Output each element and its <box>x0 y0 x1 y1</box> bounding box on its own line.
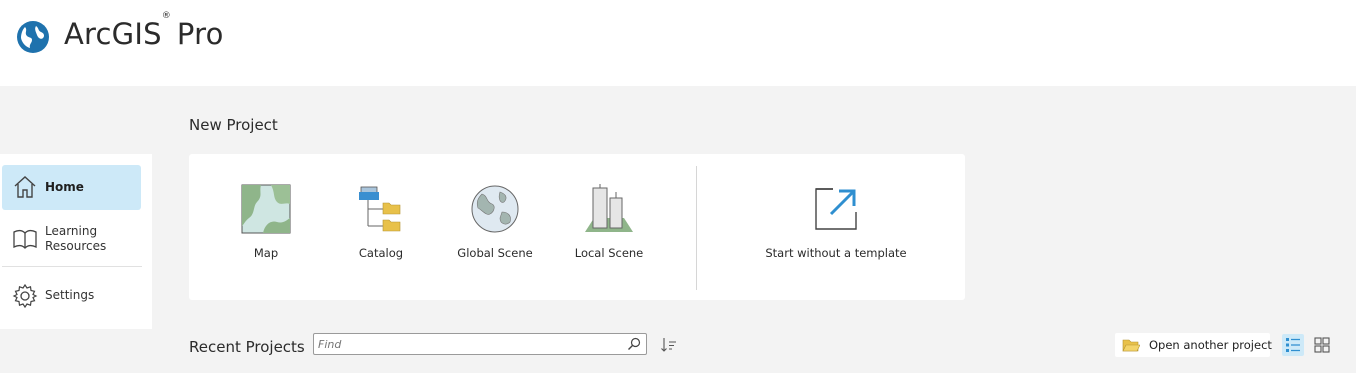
sidebar-divider <box>2 266 142 267</box>
search-icon[interactable] <box>627 337 641 351</box>
open-another-project-label: Open another project <box>1149 338 1272 352</box>
local-scene-template-icon <box>585 184 633 232</box>
gear-icon <box>12 283 38 309</box>
sort-icon[interactable] <box>660 336 678 354</box>
template-start-blank[interactable]: Start without a template <box>765 184 907 264</box>
list-view-button[interactable] <box>1282 334 1304 356</box>
template-local-scene[interactable]: Local Scene <box>554 184 664 264</box>
open-another-project-button[interactable]: Open another project <box>1115 333 1272 357</box>
template-label: Local Scene <box>574 246 644 260</box>
sidebar-item-settings[interactable]: Settings <box>2 274 141 318</box>
home-icon <box>14 176 36 198</box>
sidebar-item-label: Learning Resources <box>45 224 107 253</box>
new-project-title: New Project <box>189 116 278 134</box>
recent-projects-title: Recent Projects <box>189 338 305 356</box>
sidebar: Home Learning Resources Settings <box>0 154 152 329</box>
grid-view-icon <box>1314 337 1330 353</box>
template-divider <box>696 166 697 290</box>
search-field[interactable] <box>313 333 647 355</box>
globe-template-icon <box>471 185 519 233</box>
app-title: ArcGIS®Pro <box>64 11 224 51</box>
list-view-icon <box>1286 338 1300 352</box>
sidebar-item-home[interactable]: Home <box>2 165 141 210</box>
grid-view-button[interactable] <box>1311 334 1333 356</box>
sidebar-item-label: Home <box>45 180 84 194</box>
map-template-icon <box>241 184 291 234</box>
search-input[interactable] <box>318 336 618 352</box>
arcgis-logo-icon <box>17 21 49 53</box>
external-arrow-icon <box>815 188 857 230</box>
folder-icon <box>1122 339 1140 352</box>
template-label: Start without a template <box>765 246 907 260</box>
book-icon <box>13 229 37 249</box>
catalog-template-icon <box>359 186 401 232</box>
sidebar-item-learning-resources[interactable]: Learning Resources <box>2 217 141 261</box>
app-header: ArcGIS®Pro <box>0 0 1356 86</box>
sidebar-item-label: Settings <box>45 288 95 302</box>
template-panel: Map Catalog Global Scene Local Scene Sta… <box>189 154 965 300</box>
